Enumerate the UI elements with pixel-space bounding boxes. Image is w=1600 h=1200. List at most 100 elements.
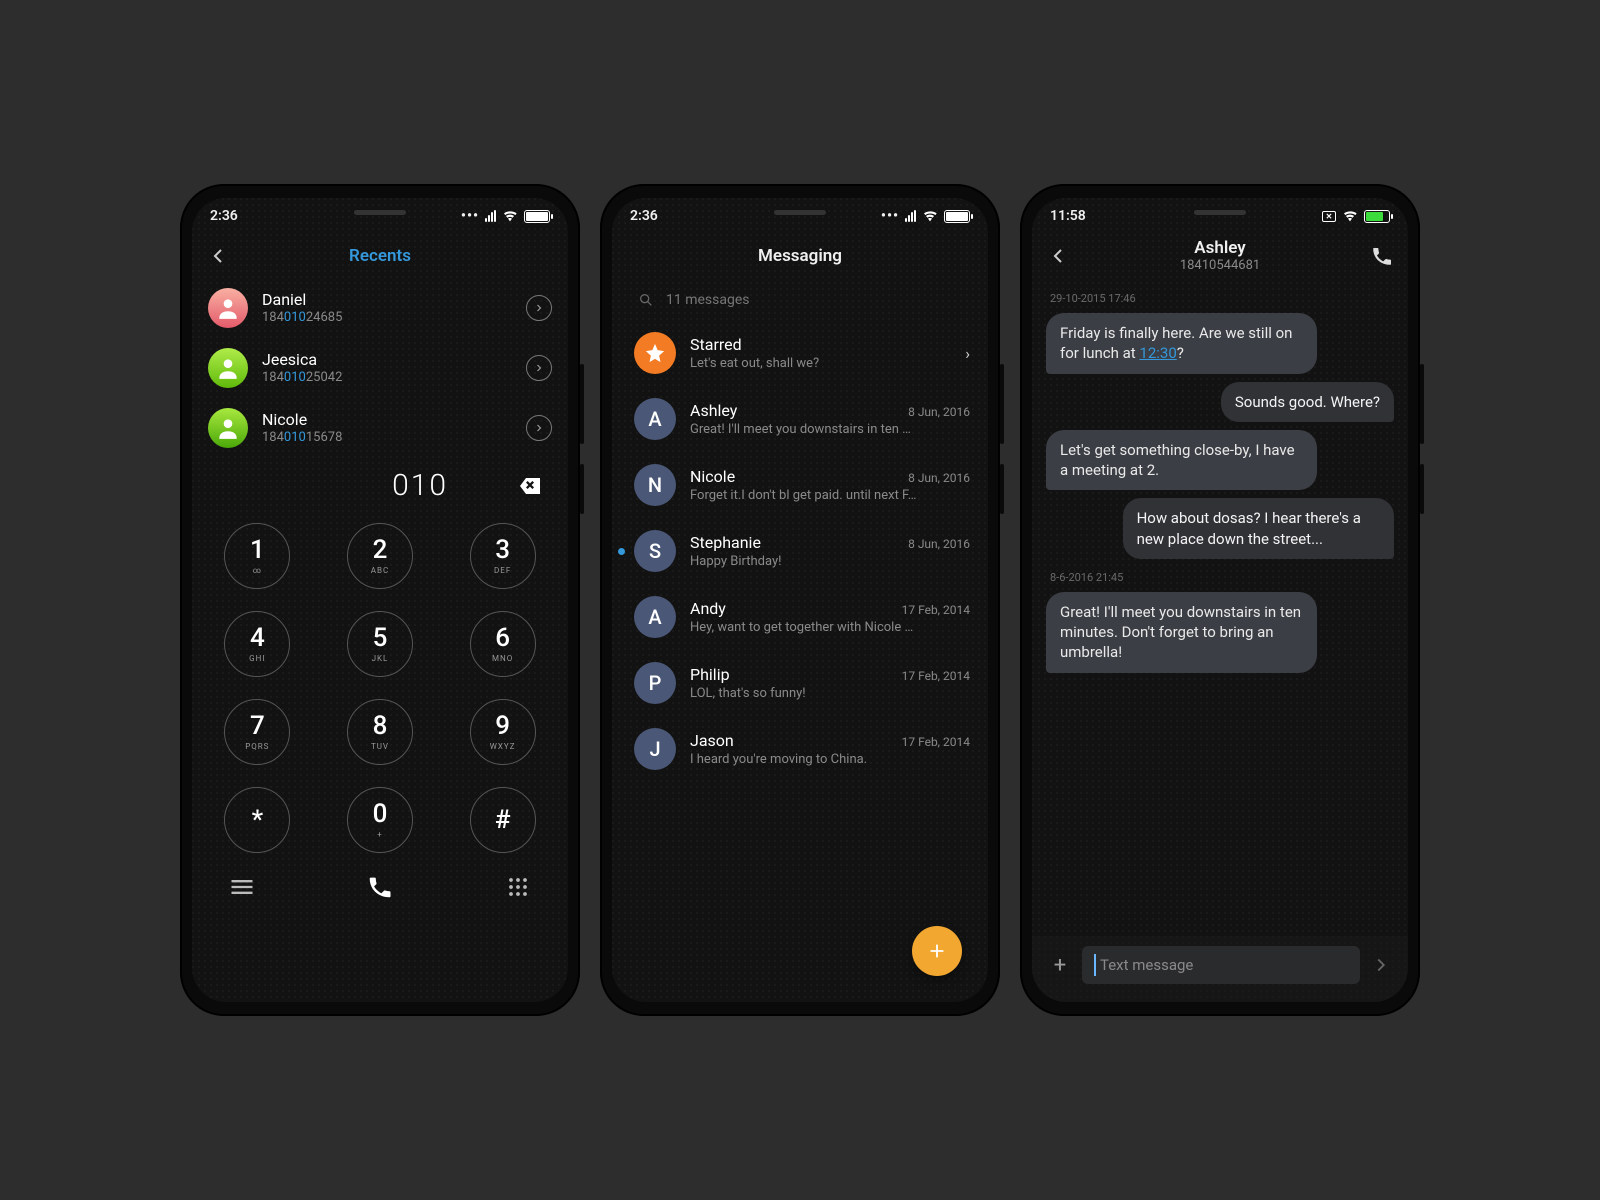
- timestamp: 29-10-2015 17:46: [1050, 292, 1394, 305]
- search-bar[interactable]: 11 messages: [624, 282, 976, 318]
- volume-button[interactable]: [580, 364, 584, 444]
- dialpad-icon[interactable]: [504, 873, 532, 901]
- contact-row[interactable]: Jeesica18401025042: [204, 338, 556, 398]
- plus-icon: [926, 940, 948, 962]
- keypad: 1∞ 2ABC 3DEF 4GHI 5JKL 6MNO 7PQRS 8TUV 9WXYZ * 0+ #: [192, 509, 568, 863]
- key-1[interactable]: 1∞: [224, 523, 290, 589]
- contact-number: 18410544681: [1180, 258, 1260, 274]
- compose-fab[interactable]: [912, 926, 962, 976]
- conversation-row[interactable]: SStephanie8 Jun, 2016Happy Birthday!: [612, 518, 988, 584]
- thread-name: Starred: [690, 335, 742, 354]
- status-bar: 2:36 •••: [192, 198, 568, 234]
- key-3[interactable]: 3DEF: [470, 523, 536, 589]
- dial-number: 010: [392, 468, 448, 503]
- volume-button[interactable]: [1000, 364, 1004, 444]
- volume-button[interactable]: [1420, 364, 1424, 444]
- power-button[interactable]: [1000, 464, 1004, 514]
- conversation-row[interactable]: AAshley8 Jun, 2016Great! I'll meet you d…: [612, 386, 988, 452]
- info-button[interactable]: [526, 355, 552, 381]
- info-button[interactable]: [526, 415, 552, 441]
- avatar: N: [634, 464, 676, 506]
- time-link[interactable]: 12:30: [1139, 344, 1176, 362]
- thread-name: Jason: [690, 731, 734, 750]
- messaging-screen: 2:36 ••• Messaging 11 messages Starred Le…: [612, 198, 988, 1002]
- app-header: Messaging: [612, 234, 988, 278]
- call-icon[interactable]: [366, 873, 394, 901]
- app-header: Recents: [192, 234, 568, 278]
- battery-charging-icon: [1364, 210, 1390, 223]
- message-thread[interactable]: 29-10-2015 17:46 Friday is finally here. …: [1032, 278, 1408, 936]
- conversation-screen: 11:58 ✕ Ashley 18410544681 29-10-2015 17…: [1032, 198, 1408, 1002]
- more-icon: •••: [881, 208, 899, 224]
- search-placeholder: 11 messages: [666, 292, 750, 308]
- backspace-icon[interactable]: [518, 474, 542, 498]
- status-time: 11:58: [1050, 208, 1086, 224]
- avatar: [208, 408, 248, 448]
- key-5[interactable]: 5JKL: [347, 611, 413, 677]
- message-outgoing[interactable]: How about dosas? I hear there's a new pl…: [1123, 498, 1394, 559]
- contact-number: 18401025042: [262, 370, 512, 386]
- conversation-row[interactable]: PPhilip17 Feb, 2014LOL, that's so funny!: [612, 650, 988, 716]
- phone-conversation-frame: 11:58 ✕ Ashley 18410544681 29-10-2015 17…: [1020, 184, 1420, 1016]
- thread-name: Nicole: [690, 467, 735, 486]
- power-button[interactable]: [580, 464, 584, 514]
- status-time: 2:36: [630, 208, 658, 224]
- composer: + Text message: [1032, 936, 1408, 1002]
- info-button[interactable]: [526, 295, 552, 321]
- thread-date: 8 Jun, 2016: [908, 471, 970, 485]
- thread-date: 8 Jun, 2016: [908, 537, 970, 551]
- key-9[interactable]: 9WXYZ: [470, 699, 536, 765]
- avatar: [208, 348, 248, 388]
- menu-icon[interactable]: [228, 873, 256, 901]
- avatar: J: [634, 728, 676, 770]
- power-button[interactable]: [1420, 464, 1424, 514]
- key-0[interactable]: 0+: [347, 787, 413, 853]
- wifi-icon: [922, 208, 938, 224]
- thread-preview: I heard you're moving to China.: [690, 752, 950, 767]
- thread-date: 17 Feb, 2014: [902, 603, 970, 617]
- speaker-slot: [1194, 210, 1246, 215]
- contact-row[interactable]: Daniel18401024685: [204, 278, 556, 338]
- wifi-icon: [1342, 208, 1358, 224]
- recents-list: Daniel18401024685Jeesica18401025042Nicol…: [192, 278, 568, 458]
- conversation-row[interactable]: StarredLet's eat out, shall we?›: [612, 320, 988, 386]
- back-icon[interactable]: [206, 244, 230, 268]
- status-bar: 2:36 •••: [612, 198, 988, 234]
- timestamp: 8-6-2016 21:45: [1050, 571, 1394, 584]
- unread-dot: [618, 548, 625, 555]
- message-incoming[interactable]: Friday is finally here. Are we still on …: [1046, 313, 1317, 374]
- contact-row[interactable]: Nicole18401015678: [204, 398, 556, 458]
- key-2[interactable]: 2ABC: [347, 523, 413, 589]
- more-icon: •••: [461, 208, 479, 224]
- contact-number: 18401015678: [262, 430, 512, 446]
- key-*[interactable]: *: [224, 787, 290, 853]
- key-4[interactable]: 4GHI: [224, 611, 290, 677]
- thread-preview: Let's eat out, shall we?: [690, 356, 945, 371]
- dialer-screen: 2:36 ••• Recents Daniel18401024685Jeesic…: [192, 198, 568, 1002]
- phone-messaging-frame: 2:36 ••• Messaging 11 messages Starred Le…: [600, 184, 1000, 1016]
- call-icon[interactable]: [1370, 244, 1394, 268]
- conversation-row[interactable]: JJason17 Feb, 2014I heard you're moving …: [612, 716, 988, 782]
- thread-preview: Forget it.I don't bl get paid. until nex…: [690, 488, 950, 503]
- key-7[interactable]: 7PQRS: [224, 699, 290, 765]
- key-8[interactable]: 8TUV: [347, 699, 413, 765]
- key-#[interactable]: #: [470, 787, 536, 853]
- key-6[interactable]: 6MNO: [470, 611, 536, 677]
- send-icon[interactable]: [1370, 954, 1392, 976]
- message-incoming[interactable]: Let's get something close-by, I have a m…: [1046, 430, 1317, 491]
- message-incoming[interactable]: Great! I'll meet you downstairs in ten m…: [1046, 592, 1317, 673]
- status-bar: 11:58 ✕: [1032, 198, 1408, 234]
- back-icon[interactable]: [1046, 244, 1070, 268]
- thread-preview: Happy Birthday!: [690, 554, 950, 569]
- page-title: Messaging: [758, 246, 842, 266]
- thread-preview: LOL, that's so funny!: [690, 686, 950, 701]
- conversation-row[interactable]: AAndy17 Feb, 2014Hey, want to get togeth…: [612, 584, 988, 650]
- avatar: [208, 288, 248, 328]
- thread-preview: Hey, want to get together with Nicole …: [690, 620, 950, 635]
- contact-name: Nicole: [262, 410, 512, 430]
- attach-button[interactable]: +: [1048, 953, 1072, 978]
- message-outgoing[interactable]: Sounds good. Where?: [1221, 382, 1394, 422]
- conversation-row[interactable]: N Nicole 8 Jun, 2016 Forget it.I don't bl g…: [612, 452, 988, 518]
- message-input[interactable]: Text message: [1082, 946, 1360, 984]
- app-header: Ashley 18410544681: [1032, 234, 1408, 278]
